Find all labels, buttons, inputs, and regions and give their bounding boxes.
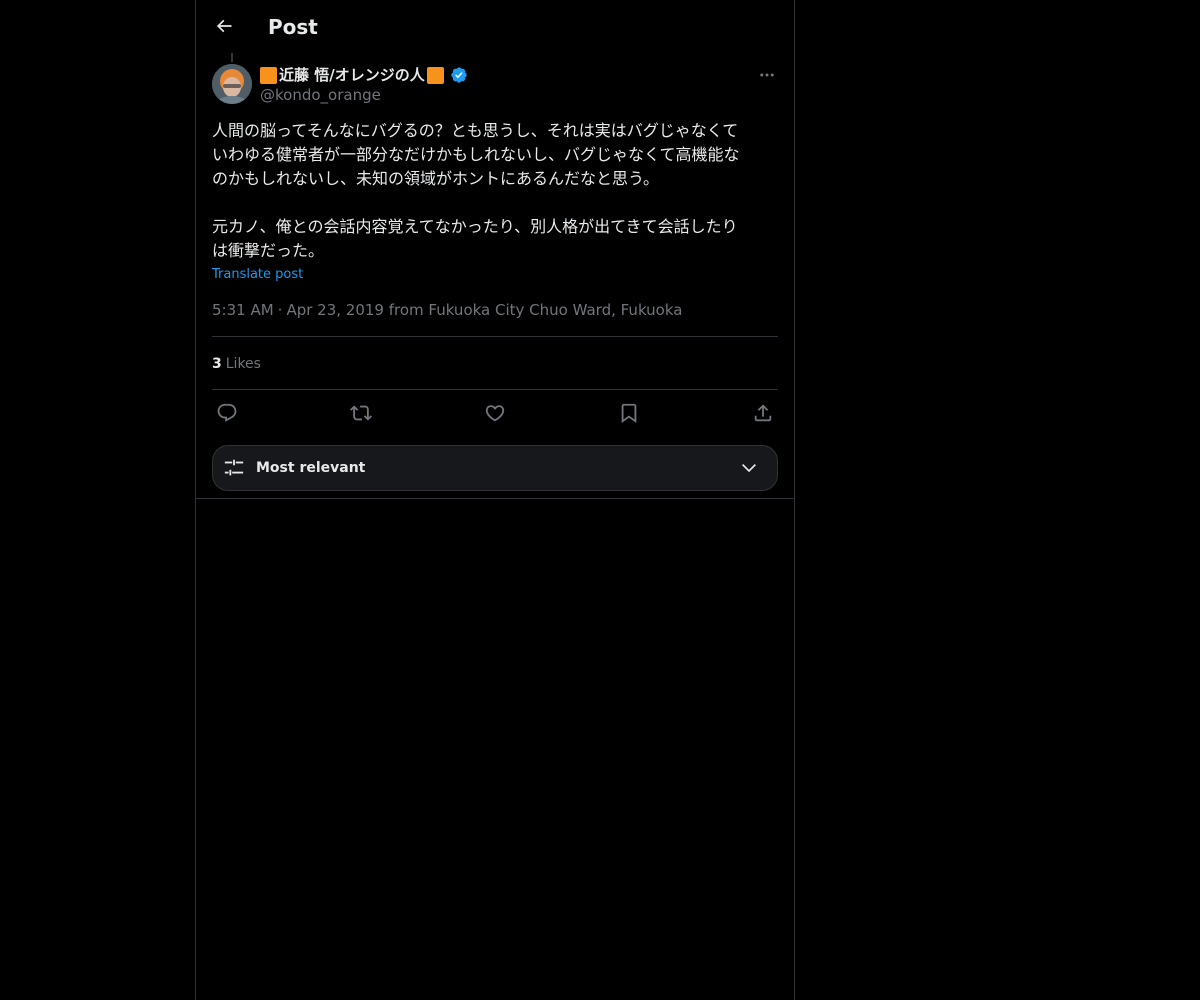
- more-options-button[interactable]: [756, 64, 778, 86]
- author-name-row[interactable]: 近藤 悟/オレンジの人: [260, 65, 468, 85]
- divider: [212, 336, 778, 337]
- orange-square-emoji: [426, 66, 444, 84]
- main-column: Post 近藤 悟/オレンジの人 @kondo_orange 人間の脳ってそんな…: [195, 0, 795, 1000]
- share-icon: [754, 404, 772, 422]
- reply-button[interactable]: [212, 398, 242, 428]
- bookmark-button[interactable]: [614, 398, 644, 428]
- reply-icon: [217, 403, 237, 422]
- author-display-name[interactable]: 近藤 悟/オレンジの人: [279, 65, 425, 85]
- post-time[interactable]: 5:31 AM: [212, 301, 274, 319]
- more-dots-icon: [760, 73, 774, 77]
- page-title: Post: [268, 15, 318, 39]
- avatar[interactable]: [212, 64, 252, 104]
- post-text: 人間の脳ってそんなにバグるの？とも思うし、それは実はバグじゃなくて いわゆる健常…: [212, 121, 740, 260]
- back-button[interactable]: [206, 8, 242, 44]
- action-bar: [212, 398, 778, 428]
- reply-sort-dropdown[interactable]: Most relevant: [212, 445, 778, 491]
- author-handle[interactable]: @kondo_orange: [260, 85, 381, 105]
- sort-label: Most relevant: [256, 460, 366, 476]
- page-header: Post: [196, 0, 794, 53]
- thread-connector: [231, 53, 233, 62]
- orange-square-emoji: [260, 66, 277, 84]
- bookmark-icon: [621, 403, 637, 424]
- verified-badge-icon: [450, 66, 468, 84]
- arrow-left-icon: [216, 19, 232, 33]
- likes-label: Likes: [225, 356, 261, 372]
- post-metadata: 5:31 AM · Apr 23, 2019 from Fukuoka City C…: [212, 300, 682, 320]
- repost-button[interactable]: [346, 398, 376, 428]
- likes-count: 3: [212, 356, 222, 372]
- likes-stat[interactable]: 3 Likes: [212, 354, 261, 374]
- meta-separator: ·: [277, 301, 283, 319]
- translate-post-link[interactable]: Translate post: [212, 266, 303, 284]
- like-button[interactable]: [480, 398, 510, 428]
- chevron-down-icon: [742, 464, 756, 473]
- heart-icon: [485, 405, 505, 422]
- post-date-location[interactable]: Apr 23, 2019 from Fukuoka City Chuo Ward…: [286, 301, 682, 319]
- section-divider: [196, 498, 794, 499]
- repost-icon: [350, 405, 372, 421]
- divider: [212, 389, 778, 390]
- avatar-image: [212, 64, 252, 104]
- sliders-icon: [224, 459, 244, 476]
- share-button[interactable]: [748, 398, 778, 428]
